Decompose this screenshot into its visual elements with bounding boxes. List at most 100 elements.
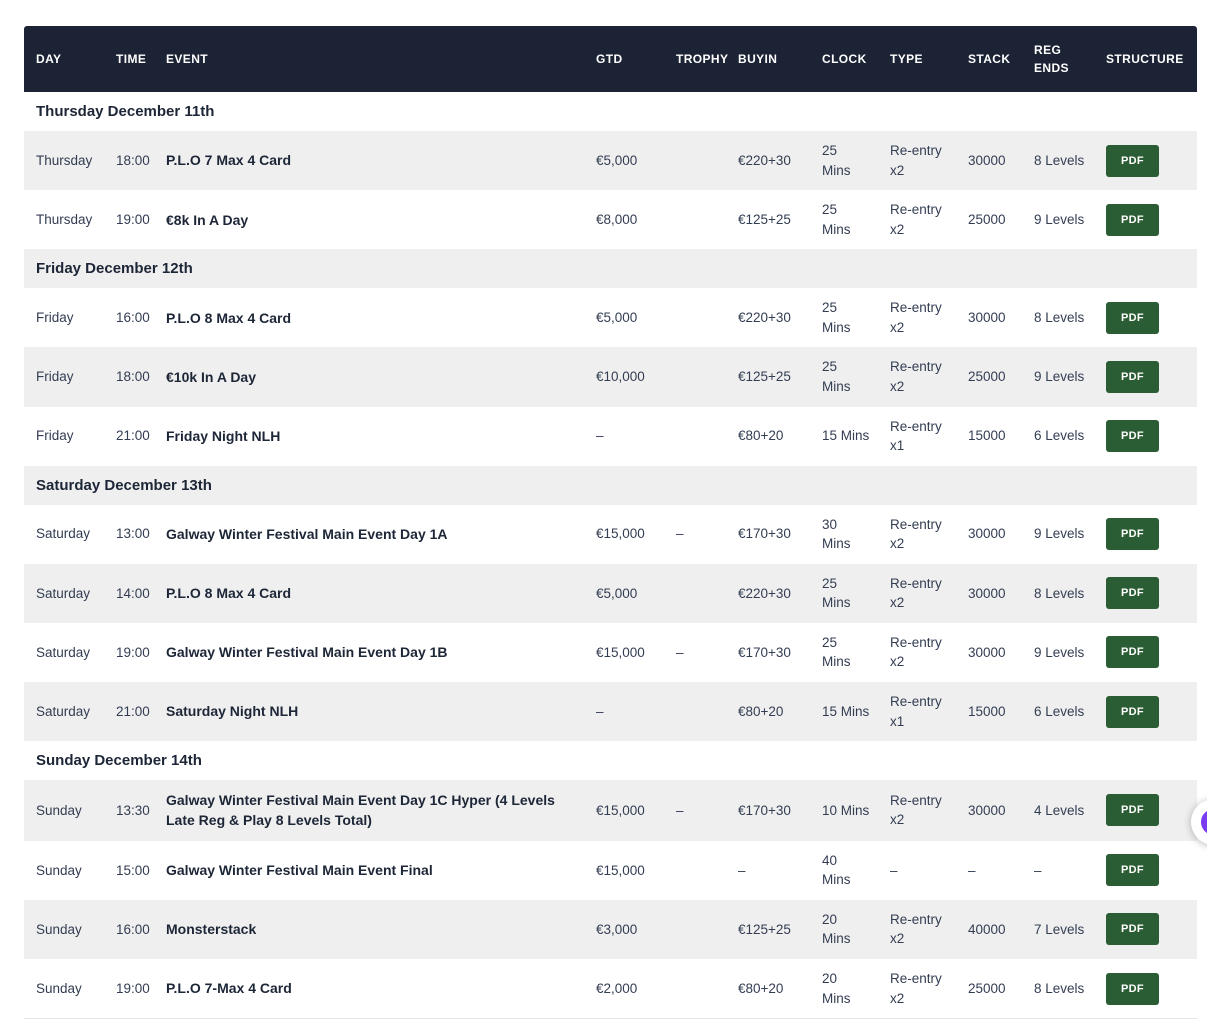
tournament-schedule-page: DAY TIME EVENT GTD TROPHY BUYIN CLOCK TY… <box>24 26 1197 1020</box>
cell-type: Re-entry x2 <box>890 359 942 394</box>
cell-stack: 15000 <box>968 703 1006 719</box>
cell-time: 14:00 <box>116 585 150 601</box>
cell-time: 19:00 <box>116 644 150 660</box>
cell-trophy <box>664 347 726 406</box>
section-header-row: Sunday December 14th <box>24 741 1197 781</box>
column-header-day: DAY <box>24 26 104 92</box>
cell-structure: PDF <box>1094 841 1197 900</box>
section-title: Friday December 12th <box>36 260 193 278</box>
cell-buyin: €125+25 <box>738 921 791 937</box>
cell-day: Sunday <box>36 862 82 878</box>
event-row: Saturday 21:00 Saturday Night NLH – €80+20 15… <box>24 682 1197 742</box>
cell-type: – <box>890 862 898 878</box>
cell-event: Galway Winter Festival Main Event Day 1C… <box>166 792 555 829</box>
cell-clock: 10 Mins <box>822 802 870 818</box>
section-title: Saturday December 13th <box>36 476 212 494</box>
column-header-reg-ends: REG ENDS <box>1022 26 1094 92</box>
cell-clock: 25 Mins <box>822 143 851 178</box>
cell-time: 19:00 <box>116 211 150 227</box>
pdf-button[interactable]: PDF <box>1106 144 1159 177</box>
cell-day: Sunday <box>36 980 82 996</box>
pdf-button[interactable]: PDF <box>1106 203 1159 236</box>
cell-day: Saturday <box>36 703 91 719</box>
cell-clock: 25 Mins <box>822 575 851 611</box>
cell-trophy: – <box>676 802 684 818</box>
cell-type: Re-entry x2 <box>890 634 942 670</box>
cell-stack: 25000 <box>968 369 1006 385</box>
cell-reg-ends: 9 Levels <box>1034 644 1085 660</box>
cell-trophy <box>664 131 726 190</box>
cell-type: Re-entry x2 <box>890 970 942 1006</box>
cell-gtd: €5,000 <box>596 152 638 168</box>
cell-stack: 25000 <box>968 980 1006 996</box>
cell-time: 18:00 <box>116 152 150 168</box>
cell-reg-ends: – <box>1034 862 1042 878</box>
cell-clock: 25 Mins <box>822 359 851 394</box>
cell-buyin: €125+25 <box>738 369 791 385</box>
cell-clock: 25 Mins <box>822 300 851 335</box>
pdf-button[interactable]: PDF <box>1106 577 1159 610</box>
pdf-button[interactable]: PDF <box>1106 301 1159 334</box>
cell-structure: PDF <box>1094 407 1197 466</box>
cell-reg-ends: 6 Levels <box>1034 428 1085 444</box>
column-header-event: EVENT <box>154 26 584 92</box>
cell-type: Re-entry x1 <box>890 418 942 454</box>
pdf-button[interactable]: PDF <box>1106 420 1159 453</box>
pdf-button[interactable]: PDF <box>1106 636 1159 669</box>
cell-time: 21:00 <box>116 428 150 444</box>
cell-reg-ends: 8 Levels <box>1034 585 1085 601</box>
cell-stack: 30000 <box>968 152 1006 168</box>
cell-buyin: – <box>738 862 746 878</box>
cell-clock: 30 Mins <box>822 516 851 552</box>
cell-gtd: €15,000 <box>596 862 645 878</box>
cell-type: Re-entry x2 <box>890 792 942 828</box>
section-header-row: Friday December 12th <box>24 249 1197 289</box>
cell-event: P.L.O 7-Max 4 Card <box>166 980 292 997</box>
cell-stack: 30000 <box>968 526 1006 542</box>
pdf-button[interactable]: PDF <box>1106 854 1159 887</box>
cell-trophy <box>664 407 726 466</box>
cell-structure: PDF <box>1094 131 1197 190</box>
pdf-button[interactable]: PDF <box>1106 518 1159 551</box>
column-header-clock: CLOCK <box>810 26 878 92</box>
cell-day: Sunday <box>36 921 82 937</box>
pdf-button[interactable]: PDF <box>1106 695 1159 728</box>
event-row: Sunday 16:00 Monsterstack €3,000 €125+25 20 M… <box>24 899 1197 959</box>
cell-event: Galway Winter Festival Main Event Day 1B <box>166 644 448 661</box>
column-header-structure: STRUCTURE <box>1094 26 1197 92</box>
cell-structure: PDF <box>1094 505 1197 564</box>
cell-type: Re-entry x2 <box>890 202 942 237</box>
cell-clock: 25 Mins <box>822 634 851 670</box>
pdf-button[interactable]: PDF <box>1106 794 1159 827</box>
cell-day: Saturday <box>36 585 91 601</box>
cell-reg-ends: 8 Levels <box>1034 152 1085 168</box>
cell-trophy: – <box>676 644 684 660</box>
cell-time: 19:00 <box>116 980 150 996</box>
cell-reg-ends: 7 Levels <box>1034 921 1085 937</box>
cell-day: Friday <box>36 428 74 444</box>
event-row: Friday 16:00 P.L.O 8 Max 4 Card €5,000 €220+… <box>24 288 1197 348</box>
cell-structure: PDF <box>1094 564 1197 623</box>
cell-event: Monsterstack <box>166 921 257 938</box>
cell-time: 16:00 <box>116 310 150 326</box>
cell-type: Re-entry x1 <box>890 694 942 729</box>
event-row: Thursday 19:00 €8k In A Day €8,000 €125+25 25… <box>24 190 1197 250</box>
cell-type: Re-entry x2 <box>890 516 942 552</box>
cell-event: €8k In A Day <box>166 211 249 228</box>
pdf-button[interactable]: PDF <box>1106 360 1159 393</box>
cell-gtd: – <box>596 703 604 719</box>
event-row: Friday 21:00 Friday Night NLH – €80+20 15 Min… <box>24 406 1197 466</box>
cell-stack: 25000 <box>968 211 1006 227</box>
cell-time: 15:00 <box>116 862 150 878</box>
pdf-button[interactable]: PDF <box>1106 972 1159 1005</box>
cell-trophy <box>664 288 726 347</box>
event-row: Sunday 13:30 Galway Winter Festival Main E… <box>24 780 1197 841</box>
cell-stack: 30000 <box>968 644 1006 660</box>
cell-clock: 20 Mins <box>822 970 851 1006</box>
section-header-row: Saturday December 13th <box>24 465 1197 505</box>
cell-buyin: €80+20 <box>738 980 784 996</box>
pdf-button[interactable]: PDF <box>1106 913 1159 946</box>
cell-type: Re-entry x2 <box>890 575 942 611</box>
event-row: Thursday 18:00 P.L.O 7 Max 4 Card €5,000 €22… <box>24 131 1197 191</box>
cell-reg-ends: 9 Levels <box>1034 526 1085 542</box>
